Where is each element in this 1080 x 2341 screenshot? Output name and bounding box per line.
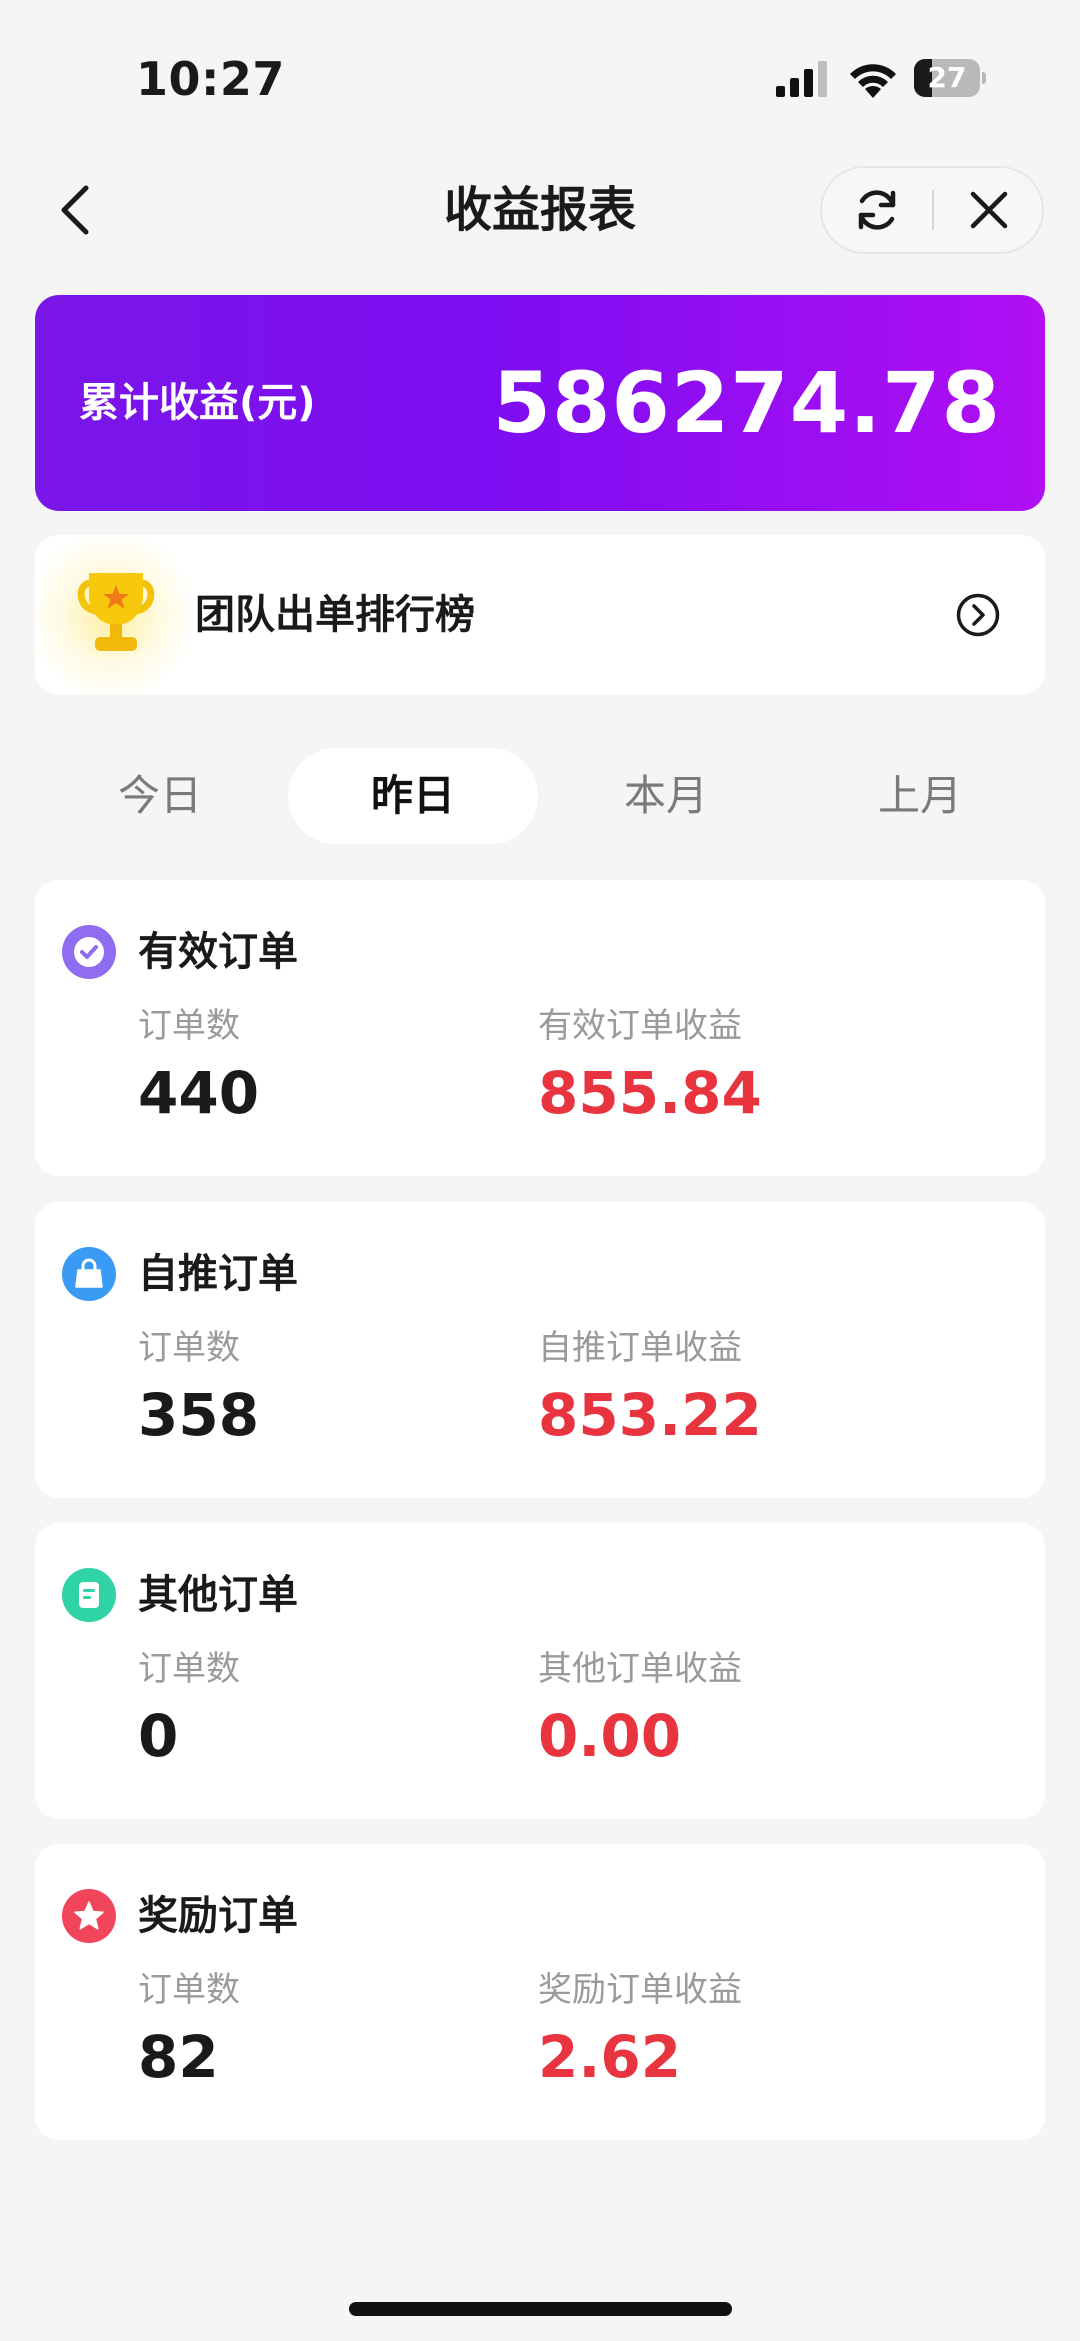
card-title: 其他订单	[138, 1572, 298, 1618]
period-tabs: 今日 昨日 本月 上月	[35, 748, 1045, 844]
earnings-label: 奖励订单收益	[538, 1970, 742, 2010]
order-count-label: 订单数	[138, 1006, 240, 1046]
tab-yesterday[interactable]: 昨日	[288, 748, 538, 844]
document-icon	[62, 1568, 116, 1622]
signal-icon	[776, 61, 827, 97]
close-icon	[970, 191, 1008, 229]
order-count-label: 订单数	[138, 1649, 240, 1689]
wifi-icon	[850, 64, 896, 98]
earnings-label: 其他订单收益	[538, 1649, 742, 1689]
earnings-report-page: 10:27 27 收益报表 累计收益(元) 586274.78 团队出单排行榜 …	[0, 0, 1080, 2341]
total-earnings-banner: 累计收益(元) 586274.78	[35, 295, 1045, 511]
battery-level: 27	[927, 61, 967, 94]
home-indicator	[349, 2302, 732, 2316]
total-earnings-label: 累计收益(元)	[79, 380, 316, 426]
order-count-value: 0	[138, 1702, 179, 1770]
card-title: 奖励订单	[138, 1893, 298, 1939]
tab-this-month[interactable]: 本月	[541, 748, 791, 844]
tab-last-month[interactable]: 上月	[795, 748, 1045, 844]
shopping-bag-icon	[62, 1247, 116, 1301]
self-referred-orders-card: 自推订单 订单数 358 自推订单收益 853.22	[35, 1202, 1045, 1498]
back-button[interactable]	[46, 178, 110, 242]
order-count-label: 订单数	[138, 1970, 240, 2010]
tab-today[interactable]: 今日	[35, 748, 285, 844]
battery-body: 27	[914, 59, 980, 97]
earnings-value: 2.62	[538, 2023, 682, 2091]
nav-bar: 收益报表	[0, 160, 1080, 260]
earnings-value: 855.84	[538, 1059, 762, 1127]
back-icon	[61, 185, 89, 235]
order-count-value: 358	[138, 1381, 260, 1449]
earnings-label: 自推订单收益	[538, 1328, 742, 1368]
close-button[interactable]	[934, 168, 1044, 252]
battery-icon: 27	[914, 59, 986, 97]
valid-orders-card: 有效订单 订单数 440 有效订单收益 855.84	[35, 880, 1045, 1176]
battery-cap	[982, 72, 986, 84]
other-orders-card: 其他订单 订单数 0 其他订单收益 0.00	[35, 1523, 1045, 1819]
order-count-value: 82	[138, 2023, 219, 2091]
trophy-icon	[77, 573, 155, 651]
order-count-label: 订单数	[138, 1328, 240, 1368]
earnings-value: 0.00	[538, 1702, 682, 1770]
total-earnings-value: 586274.78	[492, 354, 1001, 452]
team-ranking-card[interactable]: 团队出单排行榜	[35, 535, 1045, 695]
reward-orders-card: 奖励订单 订单数 82 奖励订单收益 2.62	[35, 1844, 1045, 2140]
order-count-value: 440	[138, 1059, 260, 1127]
status-time: 10:27	[136, 52, 285, 106]
earnings-value: 853.22	[538, 1381, 762, 1449]
miniprogram-capsule	[820, 166, 1044, 254]
status-bar: 10:27 27	[0, 0, 1080, 150]
refresh-button[interactable]	[822, 168, 932, 252]
card-title: 自推订单	[138, 1251, 298, 1297]
chevron-right-circle-icon	[956, 593, 1000, 637]
team-ranking-label: 团队出单排行榜	[195, 592, 475, 638]
earnings-label: 有效订单收益	[538, 1006, 742, 1046]
star-badge-icon	[62, 1889, 116, 1943]
refresh-icon	[858, 190, 896, 230]
check-badge-icon	[62, 925, 116, 979]
card-title: 有效订单	[138, 929, 298, 975]
